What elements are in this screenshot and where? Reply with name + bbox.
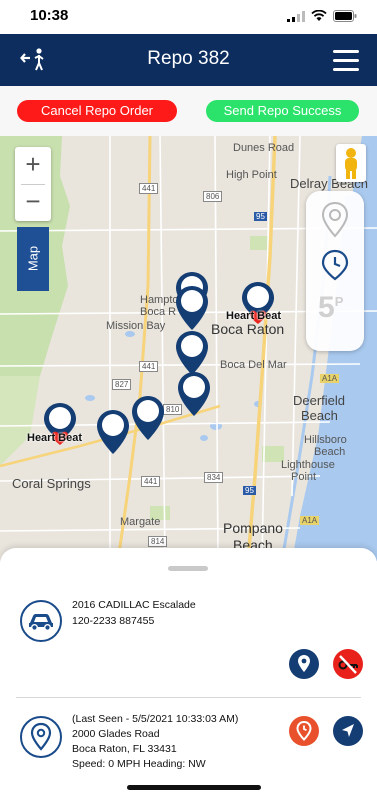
map-label-lighthouse-point: Point (291, 471, 317, 483)
status-bar: 10:38 (0, 0, 377, 34)
map-label-dunes-road: Dunes Road (233, 142, 295, 154)
screen: 10:38 Repo 382 Cancel Repo Order Send Re… (0, 0, 377, 799)
road-shield-441: 441 (139, 361, 159, 372)
map-label-hillsboro: Hillsboro (304, 434, 347, 446)
last-seen-city: Boca Raton, FL 33431 (72, 743, 177, 755)
location-history-icon (296, 720, 312, 741)
location-pin-outline-icon[interactable] (320, 201, 350, 239)
last-seen-timestamp: (Last Seen - 5/5/2021 10:33:03 AM) (72, 713, 239, 725)
cellular-signal-icon (287, 10, 305, 22)
zoom-out-button[interactable]: − (15, 184, 51, 220)
road-shield-814: 814 (148, 536, 168, 547)
disable-starter-button[interactable] (333, 649, 363, 679)
road-shield-441: 441 (141, 476, 161, 487)
menu-line-icon (333, 68, 359, 71)
last-seen-speed-heading: Speed: 0 MPH Heading: NW (72, 758, 206, 770)
vehicle-name: 2016 CADILLAC Escalade (72, 599, 196, 611)
pings-counter: 5P (318, 291, 343, 325)
vehicle-plate: 120-2233 887455 (72, 615, 155, 627)
road-shield-827: 827 (112, 379, 132, 390)
status-icons (287, 10, 357, 22)
map-label-deerfield: Deerfield (293, 393, 346, 408)
hamburger-menu-button[interactable] (333, 50, 359, 72)
road-shield-95: 95 (254, 212, 267, 221)
map-label-boca-r: Boca R (140, 306, 177, 318)
locate-vehicle-button[interactable] (289, 649, 319, 679)
road-shield-806: 806 (203, 191, 223, 202)
map-type-label: Map (25, 245, 41, 272)
road-shield-441: 441 (139, 183, 159, 194)
map-label-high-point: High Point (226, 169, 277, 181)
road-shield-95: 95 (243, 486, 256, 495)
map-label-boca-del-mar: Boca Del Mar (220, 359, 287, 371)
nav-bar: Repo 382 (0, 34, 377, 86)
location-history-button[interactable] (289, 716, 319, 746)
location-pin-outline-icon (30, 722, 52, 751)
wifi-icon (311, 10, 327, 21)
map-label-coral-springs: Coral Springs (12, 476, 91, 491)
last-seen-icon-badge (20, 716, 62, 758)
map-type-toggle[interactable]: Map (17, 227, 49, 291)
repo-actions: Cancel Repo Order Send Repo Success (0, 86, 377, 136)
road-shield-834: 834 (204, 472, 224, 483)
menu-line-icon (333, 59, 359, 62)
section-divider (16, 697, 361, 698)
map-label-pompano: Pompano (223, 520, 283, 536)
heartbeat-label: Heart Beat (226, 310, 282, 322)
road-shield-a1a: A1A (320, 374, 340, 383)
location-pin-marker[interactable] (95, 408, 131, 456)
map-label-lighthouse: Lighthouse (281, 459, 335, 471)
pings-unit: P (334, 294, 344, 309)
zoom-controls: + − (15, 147, 51, 221)
home-indicator (127, 785, 261, 790)
location-pin-marker[interactable] (176, 370, 212, 418)
map-label-deerfield-beach: Beach (301, 408, 338, 423)
location-pin-icon (298, 655, 310, 672)
vehicle-icon-badge (20, 600, 62, 642)
navigation-arrow-icon (342, 724, 354, 737)
map-label-hillsboro-beach: Beach (314, 446, 346, 458)
location-pin-marker[interactable] (174, 284, 210, 332)
navigate-button[interactable] (333, 716, 363, 746)
street-view-button[interactable] (336, 144, 366, 182)
map-label-mission-bay: Mission Bay (106, 320, 166, 332)
key-disabled-icon (338, 655, 358, 674)
status-time: 10:38 (30, 7, 69, 24)
pegman-icon (345, 148, 357, 179)
map-view[interactable]: Dunes Road High Point Delray Beach Hampt… (0, 136, 377, 561)
map-label-margate: Margate (120, 516, 161, 528)
last-seen-street: 2000 Glades Road (72, 728, 160, 740)
cancel-repo-order-button[interactable]: Cancel Repo Order (17, 100, 177, 122)
map-side-panel: 5P (306, 191, 364, 351)
menu-line-icon (333, 50, 359, 53)
road-shield-a1a: A1A (300, 516, 320, 525)
sheet-drag-handle[interactable] (168, 566, 208, 571)
pings-count: 5 (318, 291, 335, 324)
car-icon (29, 614, 53, 631)
page-title: Repo 382 (147, 48, 230, 69)
location-pin-marker[interactable] (130, 394, 166, 442)
zoom-in-button[interactable]: + (15, 147, 51, 183)
send-repo-success-button[interactable]: Send Repo Success (206, 100, 359, 122)
heartbeat-label: Heart Beat (27, 432, 83, 444)
battery-icon (333, 10, 357, 22)
details-sheet: 2016 CADILLAC Escalade 120-2233 887455 (… (0, 548, 377, 799)
location-history-icon[interactable] (320, 249, 350, 281)
